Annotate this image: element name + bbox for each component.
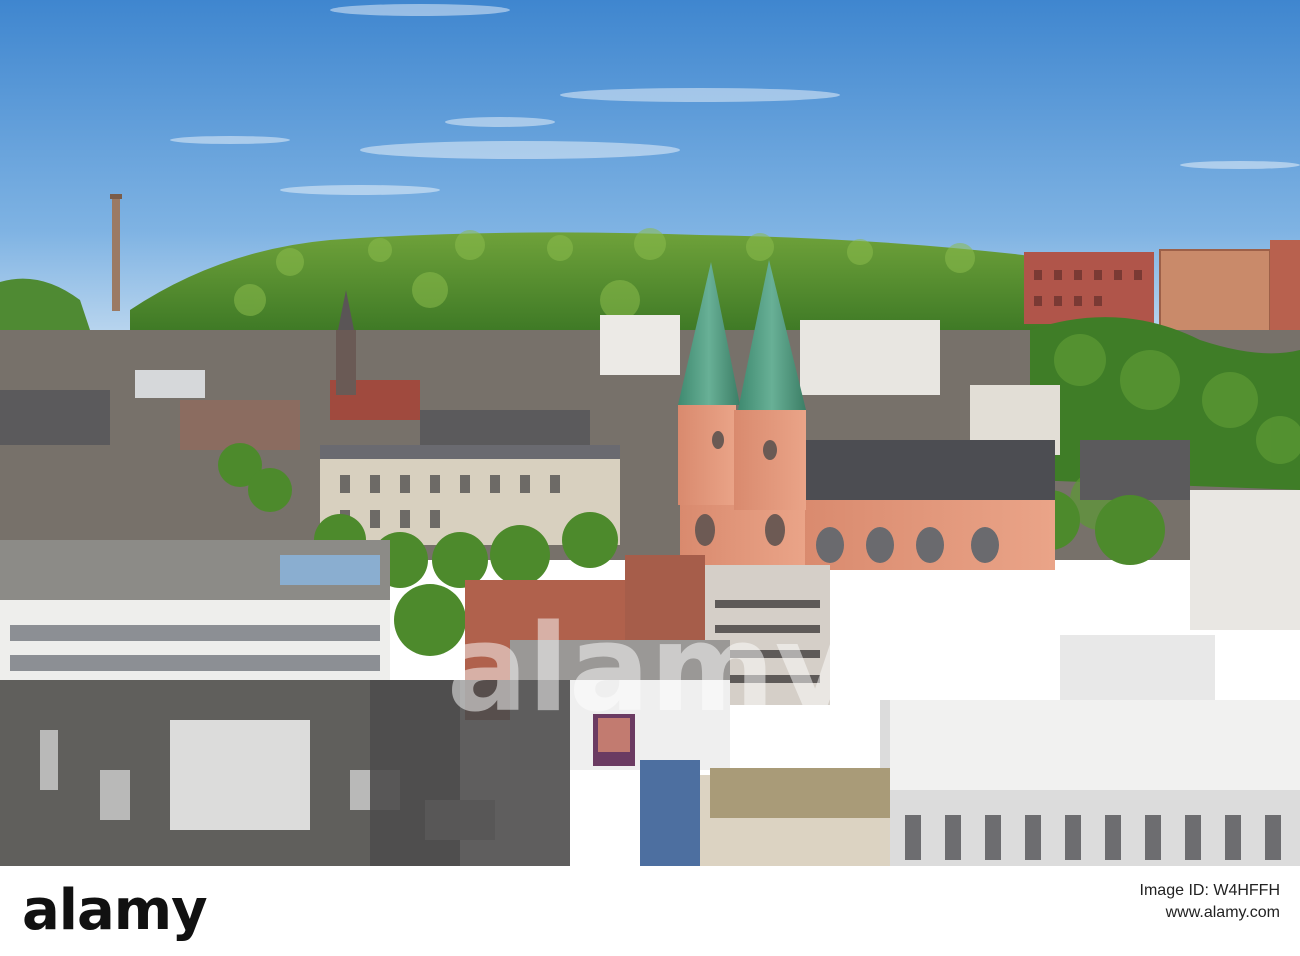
watermark-text: alamy: [447, 600, 853, 739]
photo-frame: alamy: [0, 0, 1300, 866]
smokestack: [112, 196, 120, 311]
image-id: Image ID: W4HFFH: [1139, 882, 1280, 899]
stock-logo[interactable]: alamy: [22, 880, 208, 942]
church-nave-roof: [800, 440, 1055, 505]
image-info: Image ID: W4HFFH www.alamy.com: [1140, 880, 1280, 924]
footer-bar: alamy Image ID: W4HFFH www.alamy.com: [0, 866, 1300, 956]
city-photo: alamy: [0, 0, 1300, 866]
site-url[interactable]: www.alamy.com: [1140, 902, 1280, 924]
red-building-right: [1024, 252, 1154, 324]
church-tower-left: [678, 405, 736, 505]
watermark: alamy: [447, 600, 853, 739]
